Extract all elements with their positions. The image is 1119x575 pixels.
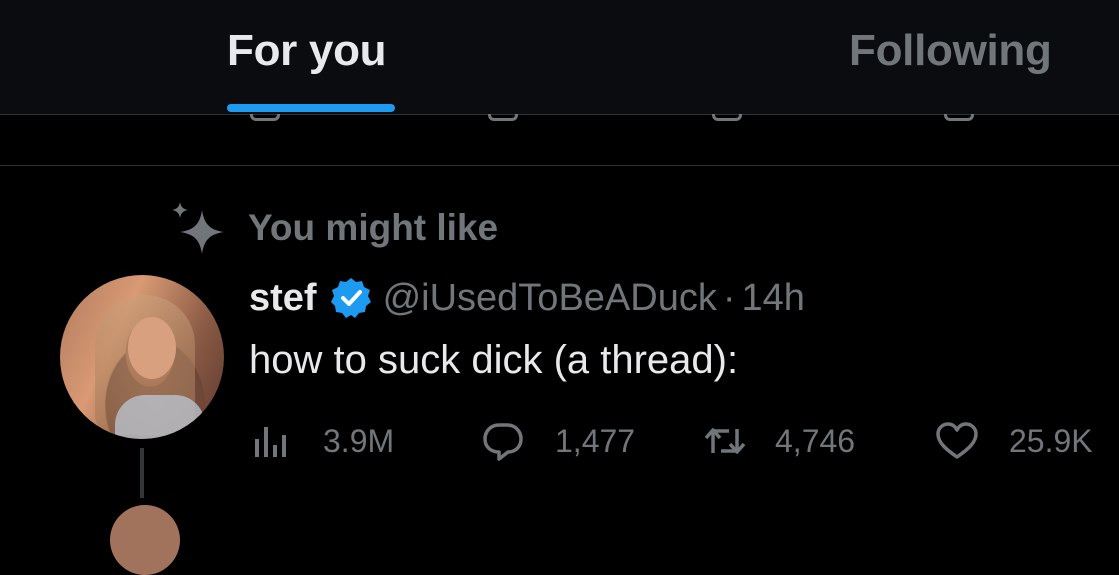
author-name[interactable]: stef	[249, 277, 317, 320]
like-icon	[944, 114, 974, 121]
divider	[0, 165, 1119, 166]
separator-dot: ·	[722, 276, 736, 319]
tweet-timestamp[interactable]: 14h	[742, 277, 805, 320]
suggestion-label: You might like	[248, 207, 499, 248]
reply-icon	[483, 423, 523, 461]
views-icon	[250, 114, 280, 121]
thread-connector	[140, 448, 144, 498]
like-button[interactable]: 25.9K	[935, 418, 1093, 464]
tab-for-you[interactable]: For you	[227, 26, 387, 76]
reply-count: 1,477	[555, 422, 636, 459]
active-tab-indicator	[227, 104, 395, 112]
views-icon	[255, 427, 286, 457]
retweet-icon	[712, 114, 742, 121]
retweet-button[interactable]: 4,746	[703, 418, 855, 464]
retweet-count: 4,746	[775, 422, 856, 459]
reply-button[interactable]: 1,477	[481, 418, 635, 464]
sparkle-icon	[172, 202, 224, 254]
tab-following[interactable]: Following	[849, 26, 1052, 76]
like-count: 25.9K	[1009, 422, 1093, 459]
avatar[interactable]	[60, 275, 224, 439]
share-icon	[488, 114, 518, 121]
tweet-text[interactable]: how to suck dick (a thread):	[249, 338, 738, 383]
previous-tweet-actions	[0, 114, 1119, 124]
verified-badge-icon	[330, 278, 371, 318]
author-handle[interactable]: @iUsedToBeADuck	[383, 277, 717, 320]
heart-icon	[936, 422, 978, 459]
views-count: 3.9M	[323, 422, 395, 459]
next-avatar[interactable]	[110, 505, 180, 575]
top-tab-bar: For you Following	[0, 0, 1119, 115]
tweet-actions: 3.9M 1,477 4,746 25.9K	[249, 418, 1109, 464]
suggestion-header: You might like	[168, 200, 498, 256]
retweet-icon	[704, 428, 746, 454]
tweet-header: stef @iUsedToBeADuck · 14h	[249, 272, 805, 324]
views-button[interactable]: 3.9M	[249, 418, 394, 464]
